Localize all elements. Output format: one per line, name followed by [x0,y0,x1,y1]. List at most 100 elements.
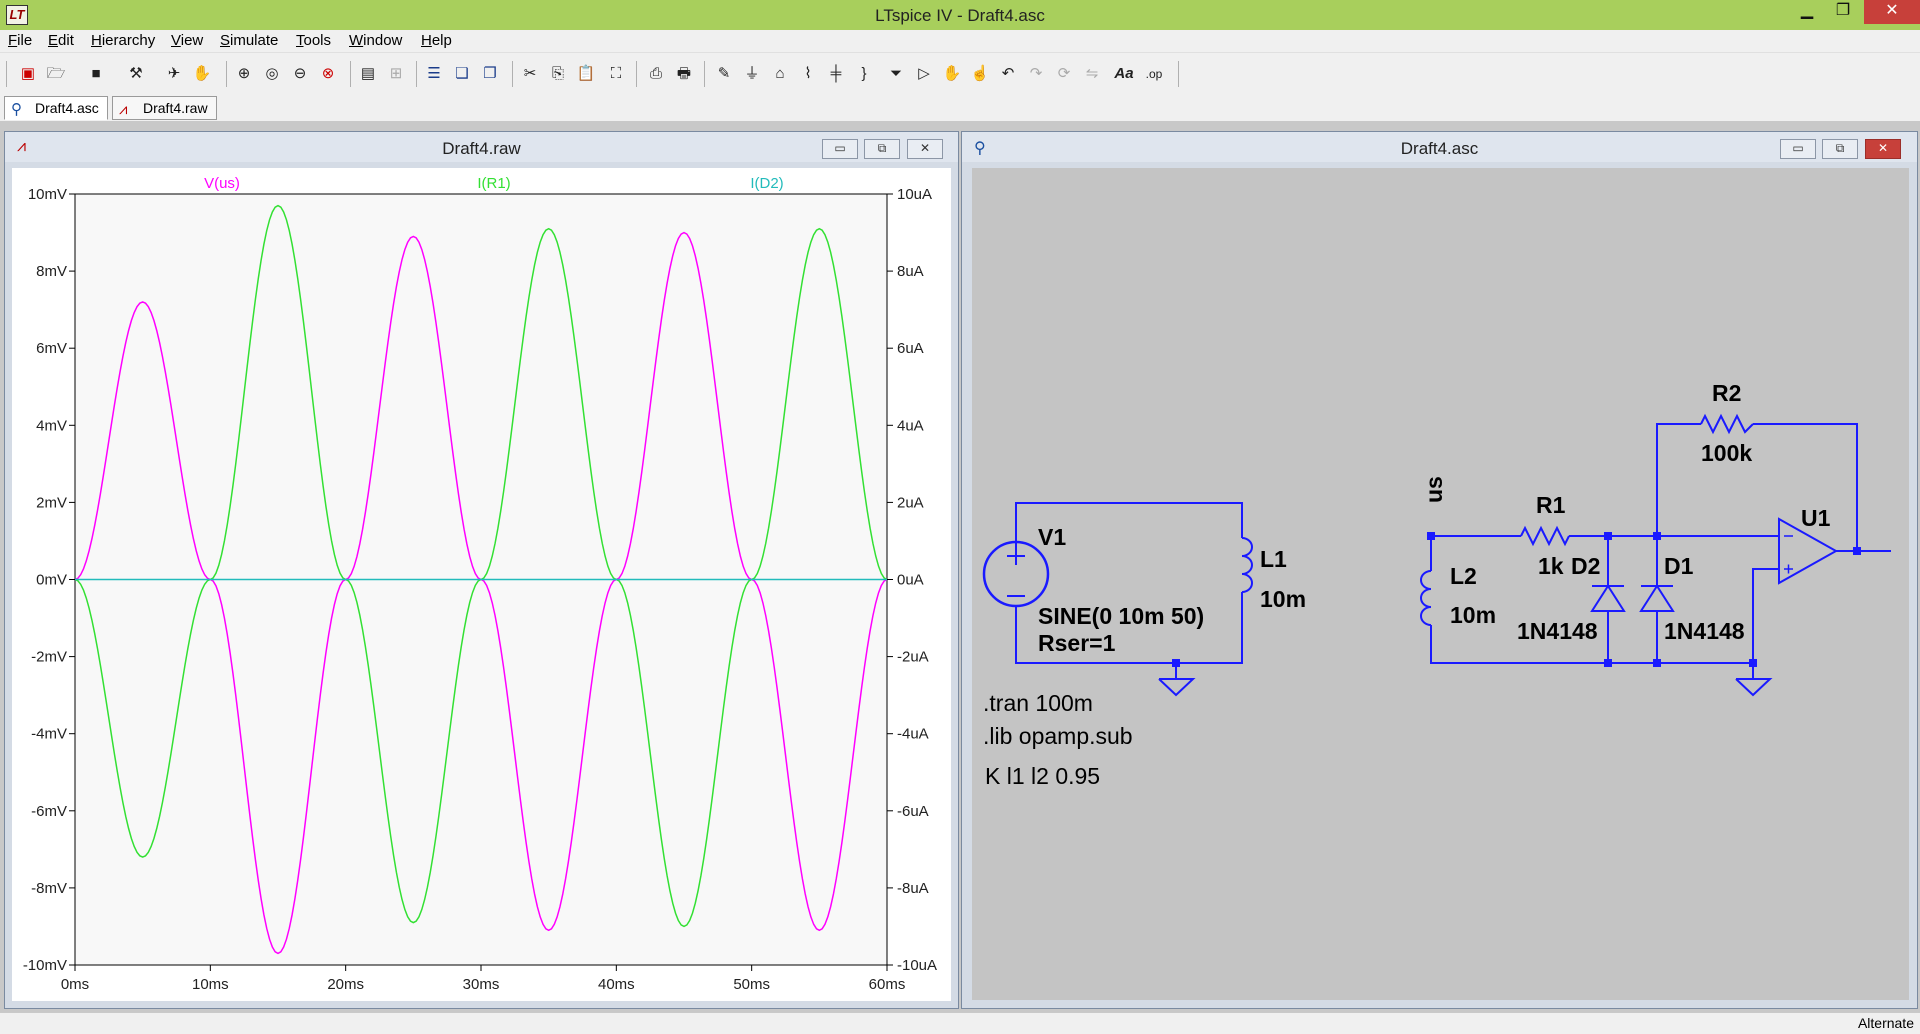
tile-horizontal-icon[interactable]: ☰ [422,62,446,86]
maximize-button[interactable]: ❐ [1822,0,1864,24]
tab-draft4-raw[interactable]: ⩘ Draft4.raw [112,96,217,120]
control-panel-icon[interactable]: ⚒ [124,62,148,86]
x-tick-label: 20ms [327,976,364,993]
r2-value[interactable]: 100k [1701,440,1752,466]
d2-value[interactable]: 1N4148 [1517,618,1598,644]
toolbar-separator [1178,61,1179,87]
status-text: Alternate [1857,1015,1914,1031]
d1-label[interactable]: D1 [1664,553,1694,579]
menu-help[interactable]: Help [421,32,452,49]
r1-value[interactable]: 1k [1538,553,1564,579]
v1-label[interactable]: V1 [1038,524,1066,550]
spice-directive-icon[interactable]: .op [1142,62,1166,86]
halt-icon[interactable]: ✋ [190,62,214,86]
grid-icon[interactable]: ⊞ [384,62,408,86]
redo-icon[interactable]: ↷ [1024,62,1048,86]
component-icon[interactable]: ▷ [912,62,936,86]
print-icon[interactable]: 🖶 [672,62,696,86]
legend-i-d2[interactable]: I(D2) [750,175,783,192]
l2-label[interactable]: L2 [1450,563,1477,589]
y-tick-label-right: 10uA [897,186,932,203]
menu-edit[interactable]: Edit [48,32,74,49]
zoom-full-icon[interactable]: ◎ [260,62,284,86]
wire-icon[interactable]: ✎ [712,62,736,86]
v1-rser-label[interactable]: Rser=1 [1038,630,1116,656]
r2-label[interactable]: R2 [1712,380,1741,406]
l1-value[interactable]: 10m [1260,586,1306,612]
schematic-close-button[interactable]: ✕ [1865,139,1901,159]
spice-directive-coupling[interactable]: K l1 l2 0.95 [985,763,1100,789]
status-bar: Alternate [0,1012,1920,1034]
menu-hierarchy[interactable]: Hierarchy [91,32,155,49]
l2-value[interactable]: 10m [1450,602,1496,628]
y-tick-label-left: -4mV [31,726,67,743]
menu-file[interactable]: File [8,32,32,49]
zoom-out-icon[interactable]: ⊖ [288,62,312,86]
menu-view[interactable]: View [171,32,203,49]
cut-icon[interactable]: ✂ [518,62,542,86]
waveform-window-titlebar[interactable]: ⩘ Draft4.raw ▭ ⧉ ✕ [5,132,958,162]
l1-label[interactable]: L1 [1260,546,1287,572]
v1-spec-label[interactable]: SINE(0 10m 50) [1038,603,1204,629]
copy-icon[interactable]: ⎘ [546,62,570,86]
cascade-icon[interactable]: ❏ [450,62,474,86]
menu-window[interactable]: Window [349,32,402,49]
label-icon[interactable]: ⌂ [768,62,792,86]
inductor-icon[interactable]: } [852,62,876,86]
d1-value[interactable]: 1N4148 [1664,618,1745,644]
print-setup-icon[interactable]: ⎙ [644,62,668,86]
open-icon[interactable]: 🗁 [44,62,68,86]
waveform-plot[interactable]: 10mV 8mV 6mV 4mV 2mV 0mV -2mV -4mV -6mV -8mV -10mV… [12,168,951,1001]
schematic-minimize-button[interactable]: ▭ [1780,139,1816,159]
waveform-close-button[interactable]: ✕ [907,139,943,159]
menu-tools[interactable]: Tools [296,32,331,49]
paste-icon[interactable]: 📋 [574,62,598,86]
menu-simulate[interactable]: Simulate [220,32,278,49]
zoom-in-icon[interactable]: ⊕ [232,62,256,86]
new-schematic-icon[interactable]: ▣ [16,62,40,86]
rotate-icon[interactable]: ⟳ [1052,62,1076,86]
tile-vertical-icon[interactable]: ❐ [478,62,502,86]
schematic-window-title: Draft4.asc [1400,139,1479,158]
text-icon[interactable]: Aa [1112,62,1136,86]
mirror-icon[interactable]: ⇋ [1080,62,1104,86]
find-icon[interactable]: ⛶ [604,62,628,86]
legend-i-r1[interactable]: I(R1) [477,175,510,192]
waveform-minimize-button[interactable]: ▭ [822,139,858,159]
ground-icon[interactable]: ⏚ [740,62,764,86]
toolbar-separator [512,61,513,87]
u1-label[interactable]: U1 [1801,505,1831,531]
x-tick-label: 50ms [733,976,770,993]
drag-icon[interactable]: ☝ [968,62,992,86]
spice-directive-lib[interactable]: .lib opamp.sub [983,723,1133,749]
legend-v-us[interactable]: V(us) [204,175,240,192]
save-icon[interactable]: ■ [84,62,108,86]
move-icon[interactable]: ✋ [940,62,964,86]
waveform-restore-button[interactable]: ⧉ [864,139,900,159]
tab-draft4-asc[interactable]: ⚲ Draft4.asc [4,96,108,120]
autorange-icon[interactable]: ▤ [356,62,380,86]
undo-icon[interactable]: ↶ [996,62,1020,86]
zoom-cancel-icon[interactable]: ⊗ [316,62,340,86]
d2-label[interactable]: D2 [1571,553,1600,579]
net-label-us[interactable]: us [1421,476,1447,503]
resistor-icon[interactable]: ⌇ [796,62,820,86]
r1-label[interactable]: R1 [1536,492,1566,518]
y-tick-label-right: -2uA [897,649,929,666]
menu-bar: File Edit Hierarchy View Simulate Tools … [0,30,1920,52]
run-icon[interactable]: ✈ [162,62,186,86]
capacitor-icon[interactable]: ╪ [824,62,848,86]
diode-icon[interactable]: ⏷ [884,62,908,86]
y-tick-label-left: -8mV [31,880,67,897]
schematic-canvas[interactable]: V1 SINE(0 10m 50) Rser=1 L1 10m L2 10m R… [972,168,1909,1000]
toolbar-separator [704,61,705,87]
schematic-restore-button[interactable]: ⧉ [1822,139,1858,159]
y-tick-label-right: 2uA [897,494,924,511]
x-tick-label: 0ms [61,976,89,993]
y-tick-label-left: 4mV [36,417,67,434]
waveform-window-title: Draft4.raw [442,139,521,158]
close-button[interactable]: ✕ [1864,0,1920,24]
spice-directive-tran[interactable]: .tran 100m [983,690,1093,716]
schematic-window-titlebar[interactable]: ⚲ Draft4.asc ▭ ⧉ ✕ [962,132,1917,162]
y-tick-label-right: -10uA [897,957,937,974]
